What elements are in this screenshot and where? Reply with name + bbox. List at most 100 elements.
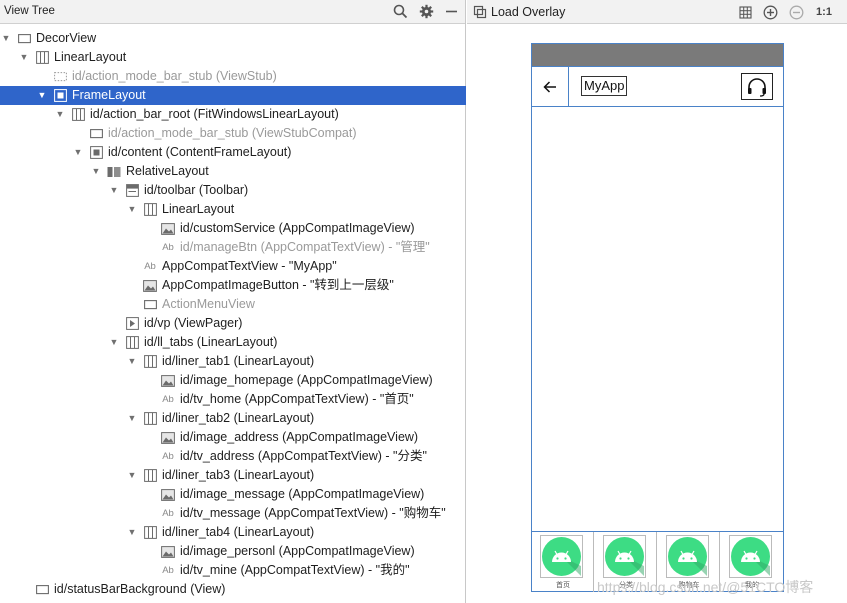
tree-node-label: id/image_message (AppCompatImageView)	[180, 487, 425, 501]
rect-node-icon	[17, 32, 31, 45]
tree-node[interactable]: Ab id/manageBtn (AppCompatTextView) - "管理…	[0, 238, 466, 257]
tree-node[interactable]: Ab id/tv_address (AppCompatTextView) - "分…	[0, 447, 466, 466]
tab-label: 首页	[556, 582, 570, 589]
tree-node[interactable]: ▼ id/liner_tab2 (LinearLayout)	[0, 409, 466, 428]
zoom-out-icon[interactable]	[788, 4, 804, 20]
tree-node[interactable]: id/statusBarBackground (View)	[0, 580, 466, 599]
columns-node-icon	[143, 469, 157, 482]
overlay-icon	[473, 5, 487, 19]
image-node-icon	[161, 431, 175, 444]
android-icon	[603, 535, 646, 578]
tree-node-label: id/image_personl (AppCompatImageView)	[180, 544, 415, 558]
tree-node[interactable]: ▼ id/liner_tab4 (LinearLayout)	[0, 523, 466, 542]
tree-node[interactable]: ▼ id/content (ContentFrameLayout)	[0, 143, 466, 162]
tree-node[interactable]: ▼ id/liner_tab1 (LinearLayout)	[0, 352, 466, 371]
tree-node-label: id/statusBarBackground (View)	[54, 582, 226, 596]
status-bar	[532, 44, 783, 66]
tree-node[interactable]: id/action_mode_bar_stub (ViewStubCompat)	[0, 124, 466, 143]
tree-node[interactable]: ▼ LinearLayout	[0, 48, 466, 67]
relative-node-icon	[107, 165, 121, 178]
app-toolbar[interactable]: MyApp	[532, 66, 783, 107]
arrow-left-icon[interactable]	[532, 67, 569, 106]
device-preview: MyApp 首页 分类 购物车 我的	[531, 43, 784, 592]
tree-node[interactable]: id/image_message (AppCompatImageView)	[0, 485, 466, 504]
tree-node-label: id/tv_address (AppCompatTextView) - "分类"	[180, 449, 427, 463]
tree-node[interactable]: Ab id/tv_home (AppCompatTextView) - "首页"	[0, 390, 466, 409]
tab-1[interactable]: 首页	[532, 532, 594, 592]
pager-node-icon	[125, 317, 139, 330]
tree-node[interactable]: ActionMenuView	[0, 295, 466, 314]
android-icon	[729, 535, 772, 578]
tree-node-label: id/ll_tabs (LinearLayout)	[144, 335, 278, 349]
gear-icon[interactable]	[418, 3, 435, 20]
tree-node[interactable]: Ab AppCompatTextView - "MyApp"	[0, 257, 466, 276]
frame-node-icon	[53, 89, 67, 102]
tree-node[interactable]: Ab id/tv_mine (AppCompatTextView) - "我的"	[0, 561, 466, 580]
tree-node-label: id/liner_tab1 (LinearLayout)	[162, 354, 315, 368]
expand-arrow-icon[interactable]: ▼	[109, 181, 119, 200]
tree-node-label: AppCompatImageButton - "转到上一层级"	[162, 278, 394, 292]
expand-arrow-icon[interactable]: ▼	[73, 143, 83, 162]
expand-arrow-icon[interactable]: ▼	[37, 86, 47, 105]
tree-node[interactable]: ▼ LinearLayout	[0, 200, 466, 219]
tree-node[interactable]: ▼ RelativeLayout	[0, 162, 466, 181]
tree-node-label: id/liner_tab4 (LinearLayout)	[162, 525, 315, 539]
tree-node-label: RelativeLayout	[126, 164, 209, 178]
expand-arrow-icon[interactable]: ▼	[127, 200, 137, 219]
tree-node-label: id/tv_message (AppCompatTextView) - "购物车…	[180, 506, 446, 520]
tree-node[interactable]: ▼ id/toolbar (Toolbar)	[0, 181, 466, 200]
android-icon	[666, 535, 709, 578]
tree-node[interactable]: ▼ DecorView	[0, 29, 466, 48]
expand-arrow-icon[interactable]: ▼	[127, 352, 137, 371]
image-node-icon	[161, 545, 175, 558]
tree-node[interactable]: AppCompatImageButton - "转到上一层级"	[0, 276, 466, 295]
tree-node[interactable]: id/vp (ViewPager)	[0, 314, 466, 333]
tree-node[interactable]: Ab id/tv_message (AppCompatTextView) - "购…	[0, 504, 466, 523]
minimize-icon[interactable]	[443, 3, 460, 20]
expand-arrow-icon[interactable]: ▼	[1, 29, 11, 48]
tree-node-label: id/vp (ViewPager)	[144, 316, 243, 330]
grid-icon[interactable]	[737, 4, 753, 20]
tree-node[interactable]: id/image_personl (AppCompatImageView)	[0, 542, 466, 561]
tree-node-label: id/manageBtn (AppCompatTextView) - "管理"	[180, 240, 430, 254]
image-node-icon	[143, 279, 157, 292]
tree-node[interactable]: ▼ FrameLayout	[0, 86, 466, 105]
columns-node-icon	[143, 203, 157, 216]
zoom-actual-size-button[interactable]: 1:1	[813, 4, 835, 20]
tree-node[interactable]: id/customService (AppCompatImageView)	[0, 219, 466, 238]
text-node-icon: Ab	[162, 565, 174, 576]
expand-arrow-icon[interactable]: ▼	[109, 333, 119, 352]
tree-node[interactable]: id/image_homepage (AppCompatImageView)	[0, 371, 466, 390]
tree-node-label: id/image_homepage (AppCompatImageView)	[180, 373, 433, 387]
image-node-icon	[161, 222, 175, 235]
tree-node-label: id/image_address (AppCompatImageView)	[180, 430, 419, 444]
tree-node-label: id/action_bar_root (FitWindowsLinearLayo…	[90, 107, 339, 121]
tree-node-label: id/action_mode_bar_stub (ViewStub)	[72, 69, 277, 83]
tree-node[interactable]: ▼ id/liner_tab3 (LinearLayout)	[0, 466, 466, 485]
tree-node[interactable]: ▼ id/ll_tabs (LinearLayout)	[0, 333, 466, 352]
view-tree-header: View Tree	[0, 0, 465, 24]
tree-node[interactable]: id/action_mode_bar_stub (ViewStub)	[0, 67, 466, 86]
tree-node[interactable]: ▼ id/action_bar_root (FitWindowsLinearLay…	[0, 105, 466, 124]
expand-arrow-icon[interactable]: ▼	[127, 523, 137, 542]
columns-node-icon	[71, 108, 85, 121]
tree-node[interactable]: id/image_address (AppCompatImageView)	[0, 428, 466, 447]
search-icon[interactable]	[392, 3, 409, 20]
expand-arrow-icon[interactable]: ▼	[127, 409, 137, 428]
image-node-icon	[161, 374, 175, 387]
text-node-icon: Ab	[162, 242, 174, 253]
expand-arrow-icon[interactable]: ▼	[91, 162, 101, 181]
columns-node-icon	[143, 355, 157, 368]
tree-node-label: LinearLayout	[162, 202, 235, 216]
image-node-icon	[161, 488, 175, 501]
expand-arrow-icon[interactable]: ▼	[19, 48, 29, 67]
columns-node-icon	[143, 412, 157, 425]
expand-arrow-icon[interactable]: ▼	[55, 105, 65, 124]
text-node-icon: Ab	[144, 261, 156, 272]
view-pager[interactable]	[532, 108, 783, 531]
zoom-in-icon[interactable]	[762, 4, 778, 20]
expand-arrow-icon[interactable]: ▼	[127, 466, 137, 485]
headset-icon[interactable]	[741, 73, 773, 100]
load-overlay-button[interactable]: Load Overlay	[473, 4, 565, 20]
tree-node-label: id/tv_mine (AppCompatTextView) - "我的"	[180, 563, 410, 577]
